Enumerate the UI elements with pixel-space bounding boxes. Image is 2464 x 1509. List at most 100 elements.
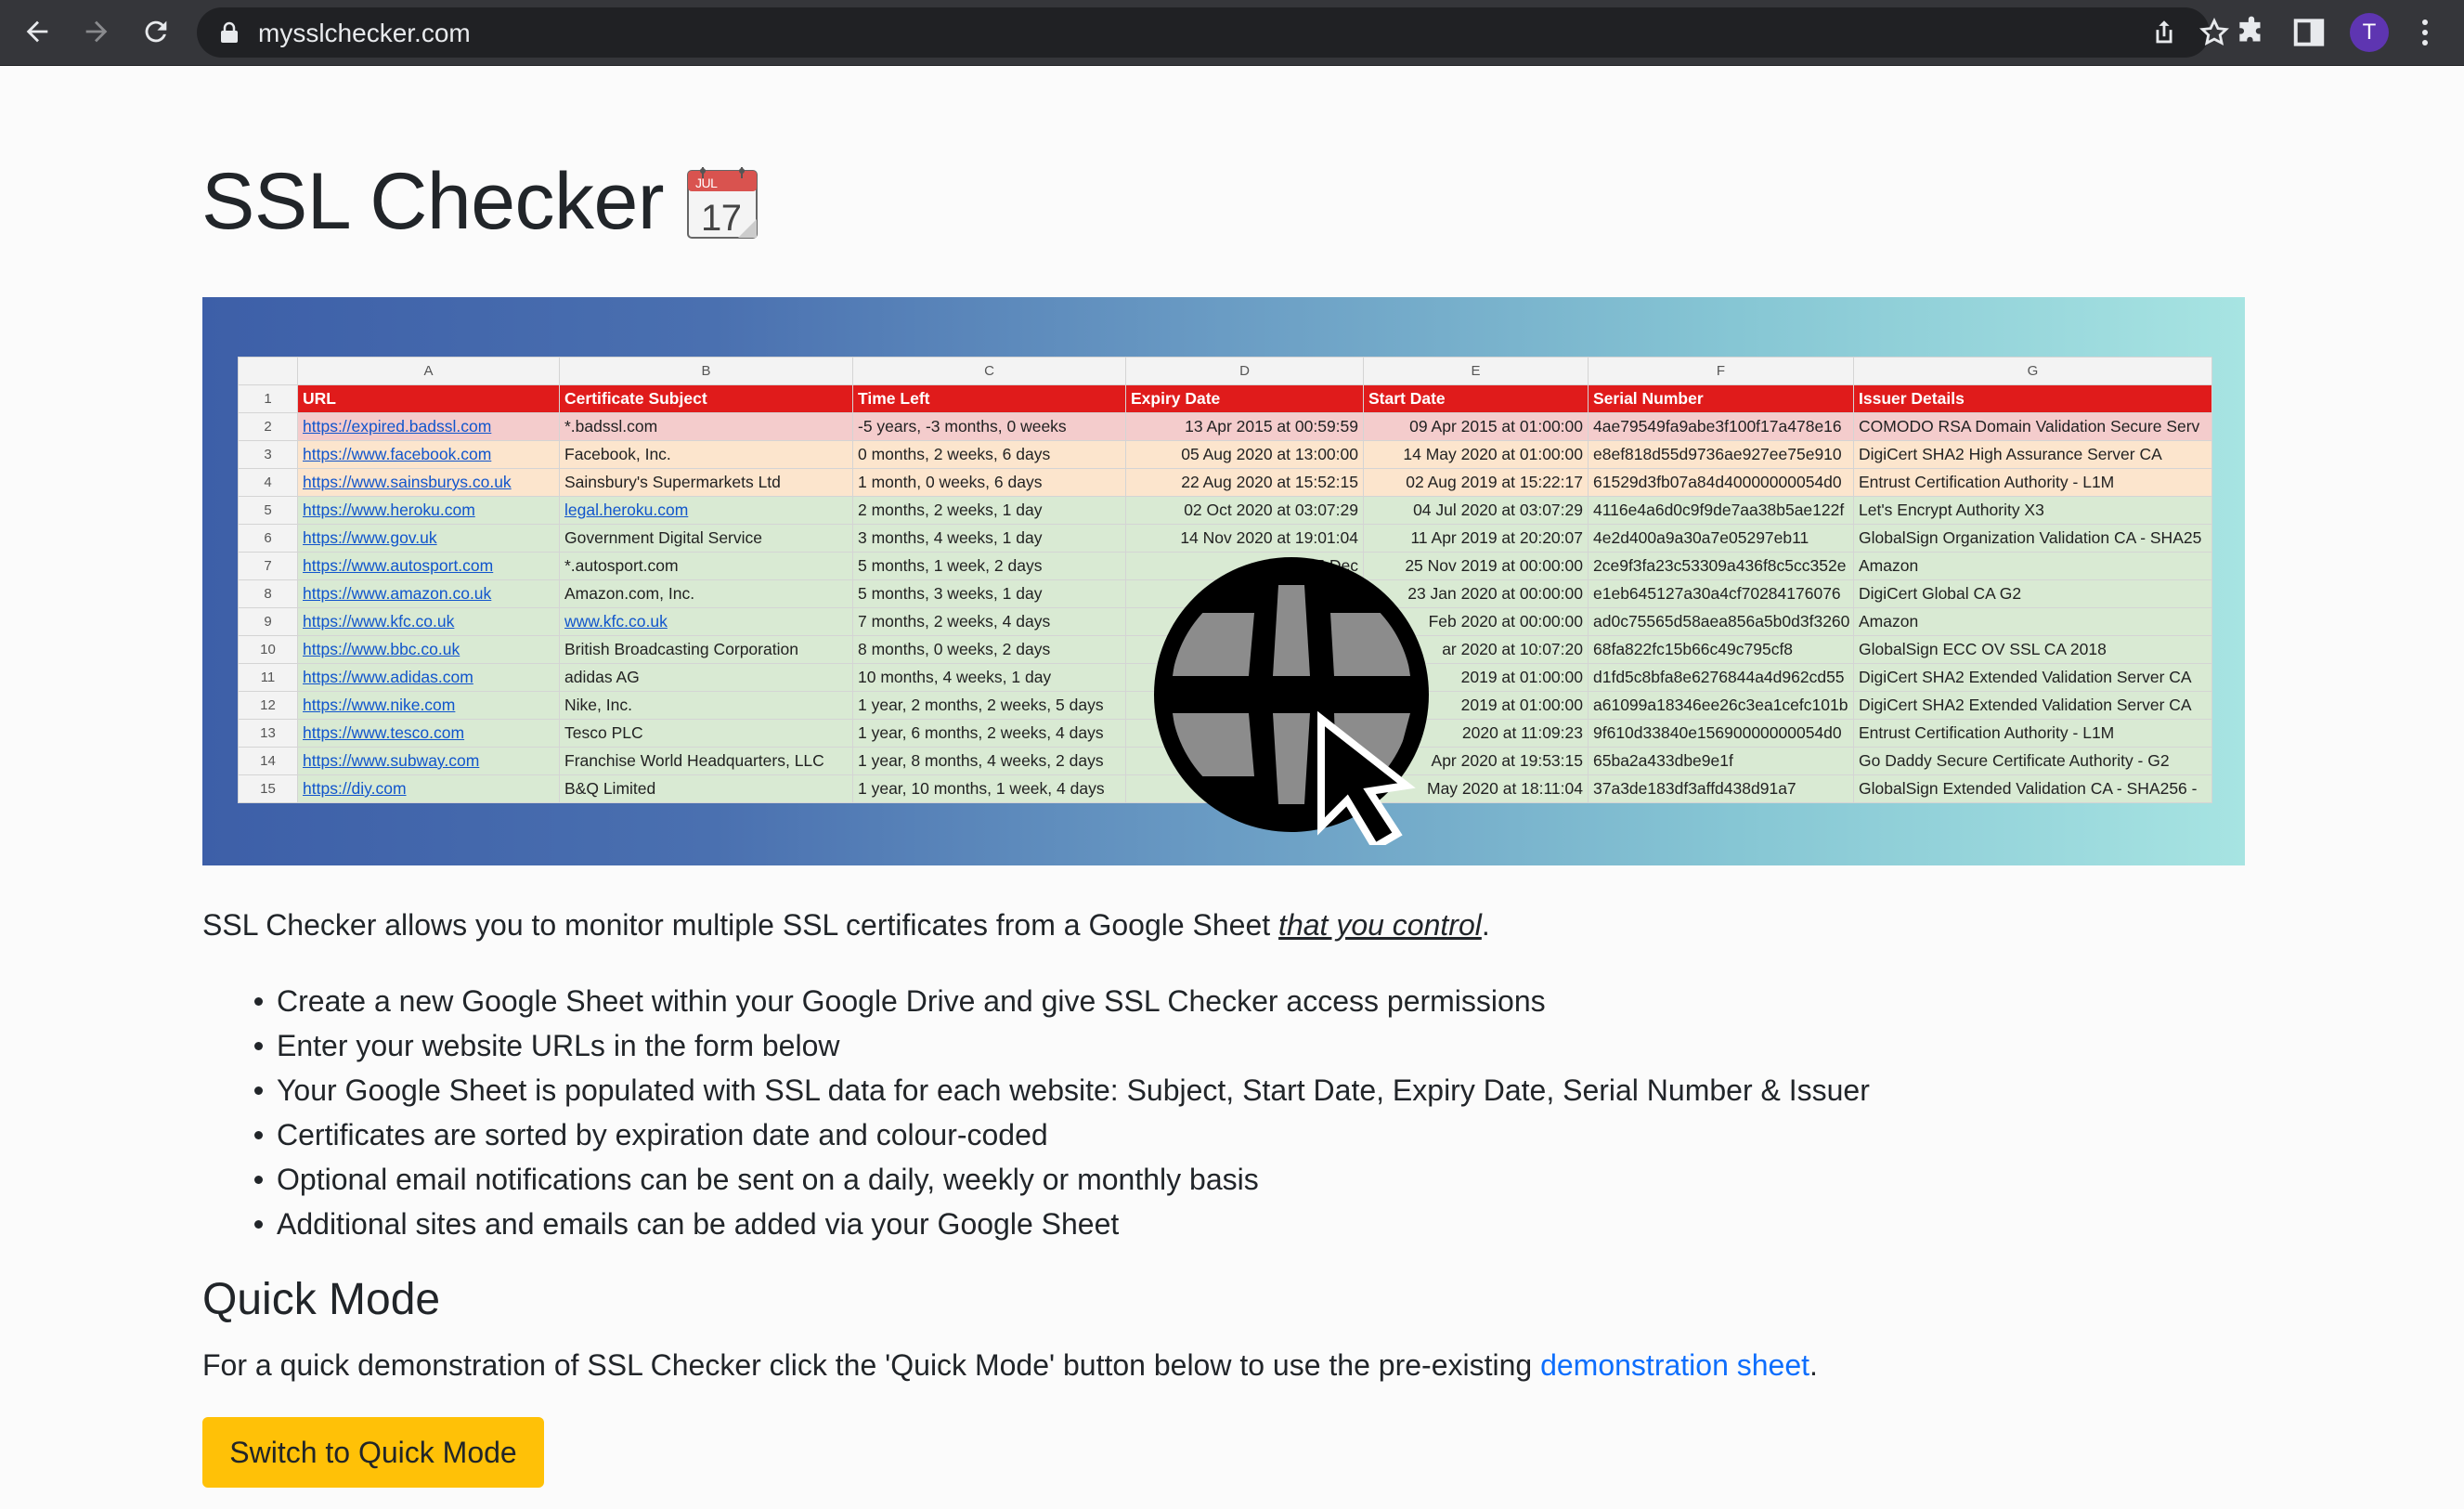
share-icon[interactable] [2148, 17, 2180, 48]
cell-url[interactable]: https://www.sainsburys.co.uk [297, 468, 560, 497]
row-number: 5 [238, 496, 298, 525]
table-row: 2 https://expired.badssl.com *.badssl.com -… [238, 412, 2212, 441]
list-item: Optional email notifications can be sent… [254, 1161, 1870, 1205]
switch-to-quick-mode-button[interactable]: Switch to Quick Mode [202, 1417, 544, 1488]
cell-time-left: 0 months, 2 weeks, 6 days [852, 440, 1126, 469]
back-icon[interactable] [17, 11, 58, 52]
cell-serial: a61099a18346ee26c3ea1cefc101b [1588, 691, 1854, 720]
column-header-c: C [852, 357, 1126, 385]
cell-issuer: Amazon [1853, 552, 2212, 580]
star-icon[interactable] [2198, 17, 2230, 48]
row-number: 6 [238, 524, 298, 553]
cell-serial: d1fd5c8bfa8e6276844a4d962cd55 [1588, 663, 1854, 692]
cell-subject: British Broadcasting Corporation [559, 635, 853, 664]
sidepanel-icon[interactable] [2291, 15, 2327, 50]
cell-url[interactable]: https://www.amazon.co.uk [297, 579, 560, 608]
cell-issuer: GlobalSign Extended Validation CA - SHA2… [1853, 774, 2212, 803]
cell-url[interactable]: https://www.autosport.com [297, 552, 560, 580]
cell-serial: 68fa822fc15b66c49c795cf8 [1588, 635, 1854, 664]
row-number: 4 [238, 468, 298, 497]
row-number: 3 [238, 440, 298, 469]
cell-serial: 4ae79549fa9abe3f100f17a478e16 [1588, 412, 1854, 441]
cell-serial: ad0c75565d58aea856a5b0d3f3260 [1588, 607, 1854, 636]
list-item: Additional sites and emails can be added… [254, 1205, 1870, 1250]
cell-issuer: Amazon [1853, 607, 2212, 636]
forward-icon[interactable] [76, 11, 117, 52]
cell-time-left: 5 months, 3 weeks, 1 day [852, 579, 1126, 608]
cell-url[interactable]: https://www.kfc.co.uk [297, 607, 560, 636]
cell-time-left: 1 month, 0 weeks, 6 days [852, 468, 1126, 497]
row-number: 1 [238, 384, 298, 413]
cell-url[interactable]: https://www.heroku.com [297, 496, 560, 525]
header-start: Start Date [1363, 384, 1589, 413]
cell-issuer: Entrust Certification Authority - L1M [1853, 468, 2212, 497]
cell-url[interactable]: https://expired.badssl.com [297, 412, 560, 441]
avatar[interactable]: T [2350, 13, 2389, 52]
cell-expiry: 13 Apr 2015 at 00:59:59 [1125, 412, 1364, 441]
table-row: 5 https://www.heroku.com legal.heroku.com 2… [238, 496, 2212, 525]
url-text[interactable]: mysslchecker.com [258, 19, 471, 48]
quick-mode-period: . [1809, 1348, 1818, 1382]
lock-icon[interactable] [219, 21, 240, 44]
cell-start: 09 Apr 2015 at 01:00:00 [1363, 412, 1589, 441]
page-title-text: SSL Checker [201, 157, 665, 246]
intro-period: . [1481, 908, 1490, 942]
column-header-e: E [1363, 357, 1589, 385]
table-row: 3 https://www.facebook.com Facebook, Inc. 0… [238, 440, 2212, 469]
reload-icon[interactable] [136, 11, 176, 52]
header-time-left: Time Left [852, 384, 1126, 413]
hero-banner: A B C D E F G 1 URL Certificate Subject … [202, 297, 2245, 865]
cell-time-left: 8 months, 0 weeks, 2 days [852, 635, 1126, 664]
column-header-f: F [1588, 357, 1854, 385]
cell-subject: Amazon.com, Inc. [559, 579, 853, 608]
cell-time-left: 1 year, 2 months, 2 weeks, 5 days [852, 691, 1126, 720]
cell-serial: 65ba2a433dbe9e1f [1588, 747, 1854, 775]
header-url: URL [297, 384, 560, 413]
row-number: 13 [238, 719, 298, 748]
row-number: 8 [238, 579, 298, 608]
demonstration-sheet-link[interactable]: demonstration sheet [1540, 1348, 1809, 1382]
cell-time-left: 1 year, 6 months, 2 weeks, 4 days [852, 719, 1126, 748]
cell-time-left: 1 year, 10 months, 1 week, 4 days [852, 774, 1126, 803]
list-item: Certificates are sorted by expiration da… [254, 1116, 1870, 1161]
cell-start: 04 Jul 2020 at 03:07:29 [1363, 496, 1589, 525]
cell-url[interactable]: https://www.subway.com [297, 747, 560, 775]
cell-url[interactable]: https://www.gov.uk [297, 524, 560, 553]
column-header-g: G [1853, 357, 2212, 385]
cell-time-left: -5 years, -3 months, 0 weeks [852, 412, 1126, 441]
sheet-corner [238, 357, 298, 385]
cell-url[interactable]: https://www.nike.com [297, 691, 560, 720]
cell-subject: B&Q Limited [559, 774, 853, 803]
cell-subject: Nike, Inc. [559, 691, 853, 720]
cell-subject: Tesco PLC [559, 719, 853, 748]
row-number: 15 [238, 774, 298, 803]
cell-time-left: 10 months, 4 weeks, 1 day [852, 663, 1126, 692]
cell-serial: 4116e4a6d0c9f9de7aa38b5ae122f [1588, 496, 1854, 525]
extensions-icon[interactable] [2234, 15, 2269, 50]
cell-url[interactable]: https://www.adidas.com [297, 663, 560, 692]
feature-list: Create a new Google Sheet within your Go… [254, 982, 1870, 1250]
table-row: 4 https://www.sainsburys.co.uk Sainsbury's… [238, 468, 2212, 497]
cell-url[interactable]: https://www.bbc.co.uk [297, 635, 560, 664]
cell-url[interactable]: https://www.tesco.com [297, 719, 560, 748]
cell-serial: e8ef818d55d9736ae927ee75e910 [1588, 440, 1854, 469]
cell-time-left: 2 months, 2 weeks, 1 day [852, 496, 1126, 525]
address-bar[interactable]: mysslchecker.com [197, 7, 2229, 58]
browser-toolbar: mysslchecker.com T [0, 0, 2464, 66]
row-number: 11 [238, 663, 298, 692]
cell-subject: Government Digital Service [559, 524, 853, 553]
cell-time-left: 5 months, 1 week, 2 days [852, 552, 1126, 580]
globe-cursor-icon [1154, 557, 1429, 845]
cell-url[interactable]: https://diy.com [297, 774, 560, 803]
kebab-menu-icon[interactable] [2416, 15, 2434, 50]
cell-issuer: Entrust Certification Authority - L1M [1853, 719, 2212, 748]
header-serial: Serial Number [1588, 384, 1854, 413]
cell-start: 14 May 2020 at 01:00:00 [1363, 440, 1589, 469]
cell-issuer: GlobalSign ECC OV SSL CA 2018 [1853, 635, 2212, 664]
cell-subject: Sainsbury's Supermarkets Ltd [559, 468, 853, 497]
row-number: 10 [238, 635, 298, 664]
cell-start: 02 Aug 2019 at 15:22:17 [1363, 468, 1589, 497]
cell-time-left: 7 months, 2 weeks, 4 days [852, 607, 1126, 636]
cell-serial: 2ce9f3fa23c53309a436f8c5cc352e [1588, 552, 1854, 580]
cell-url[interactable]: https://www.facebook.com [297, 440, 560, 469]
